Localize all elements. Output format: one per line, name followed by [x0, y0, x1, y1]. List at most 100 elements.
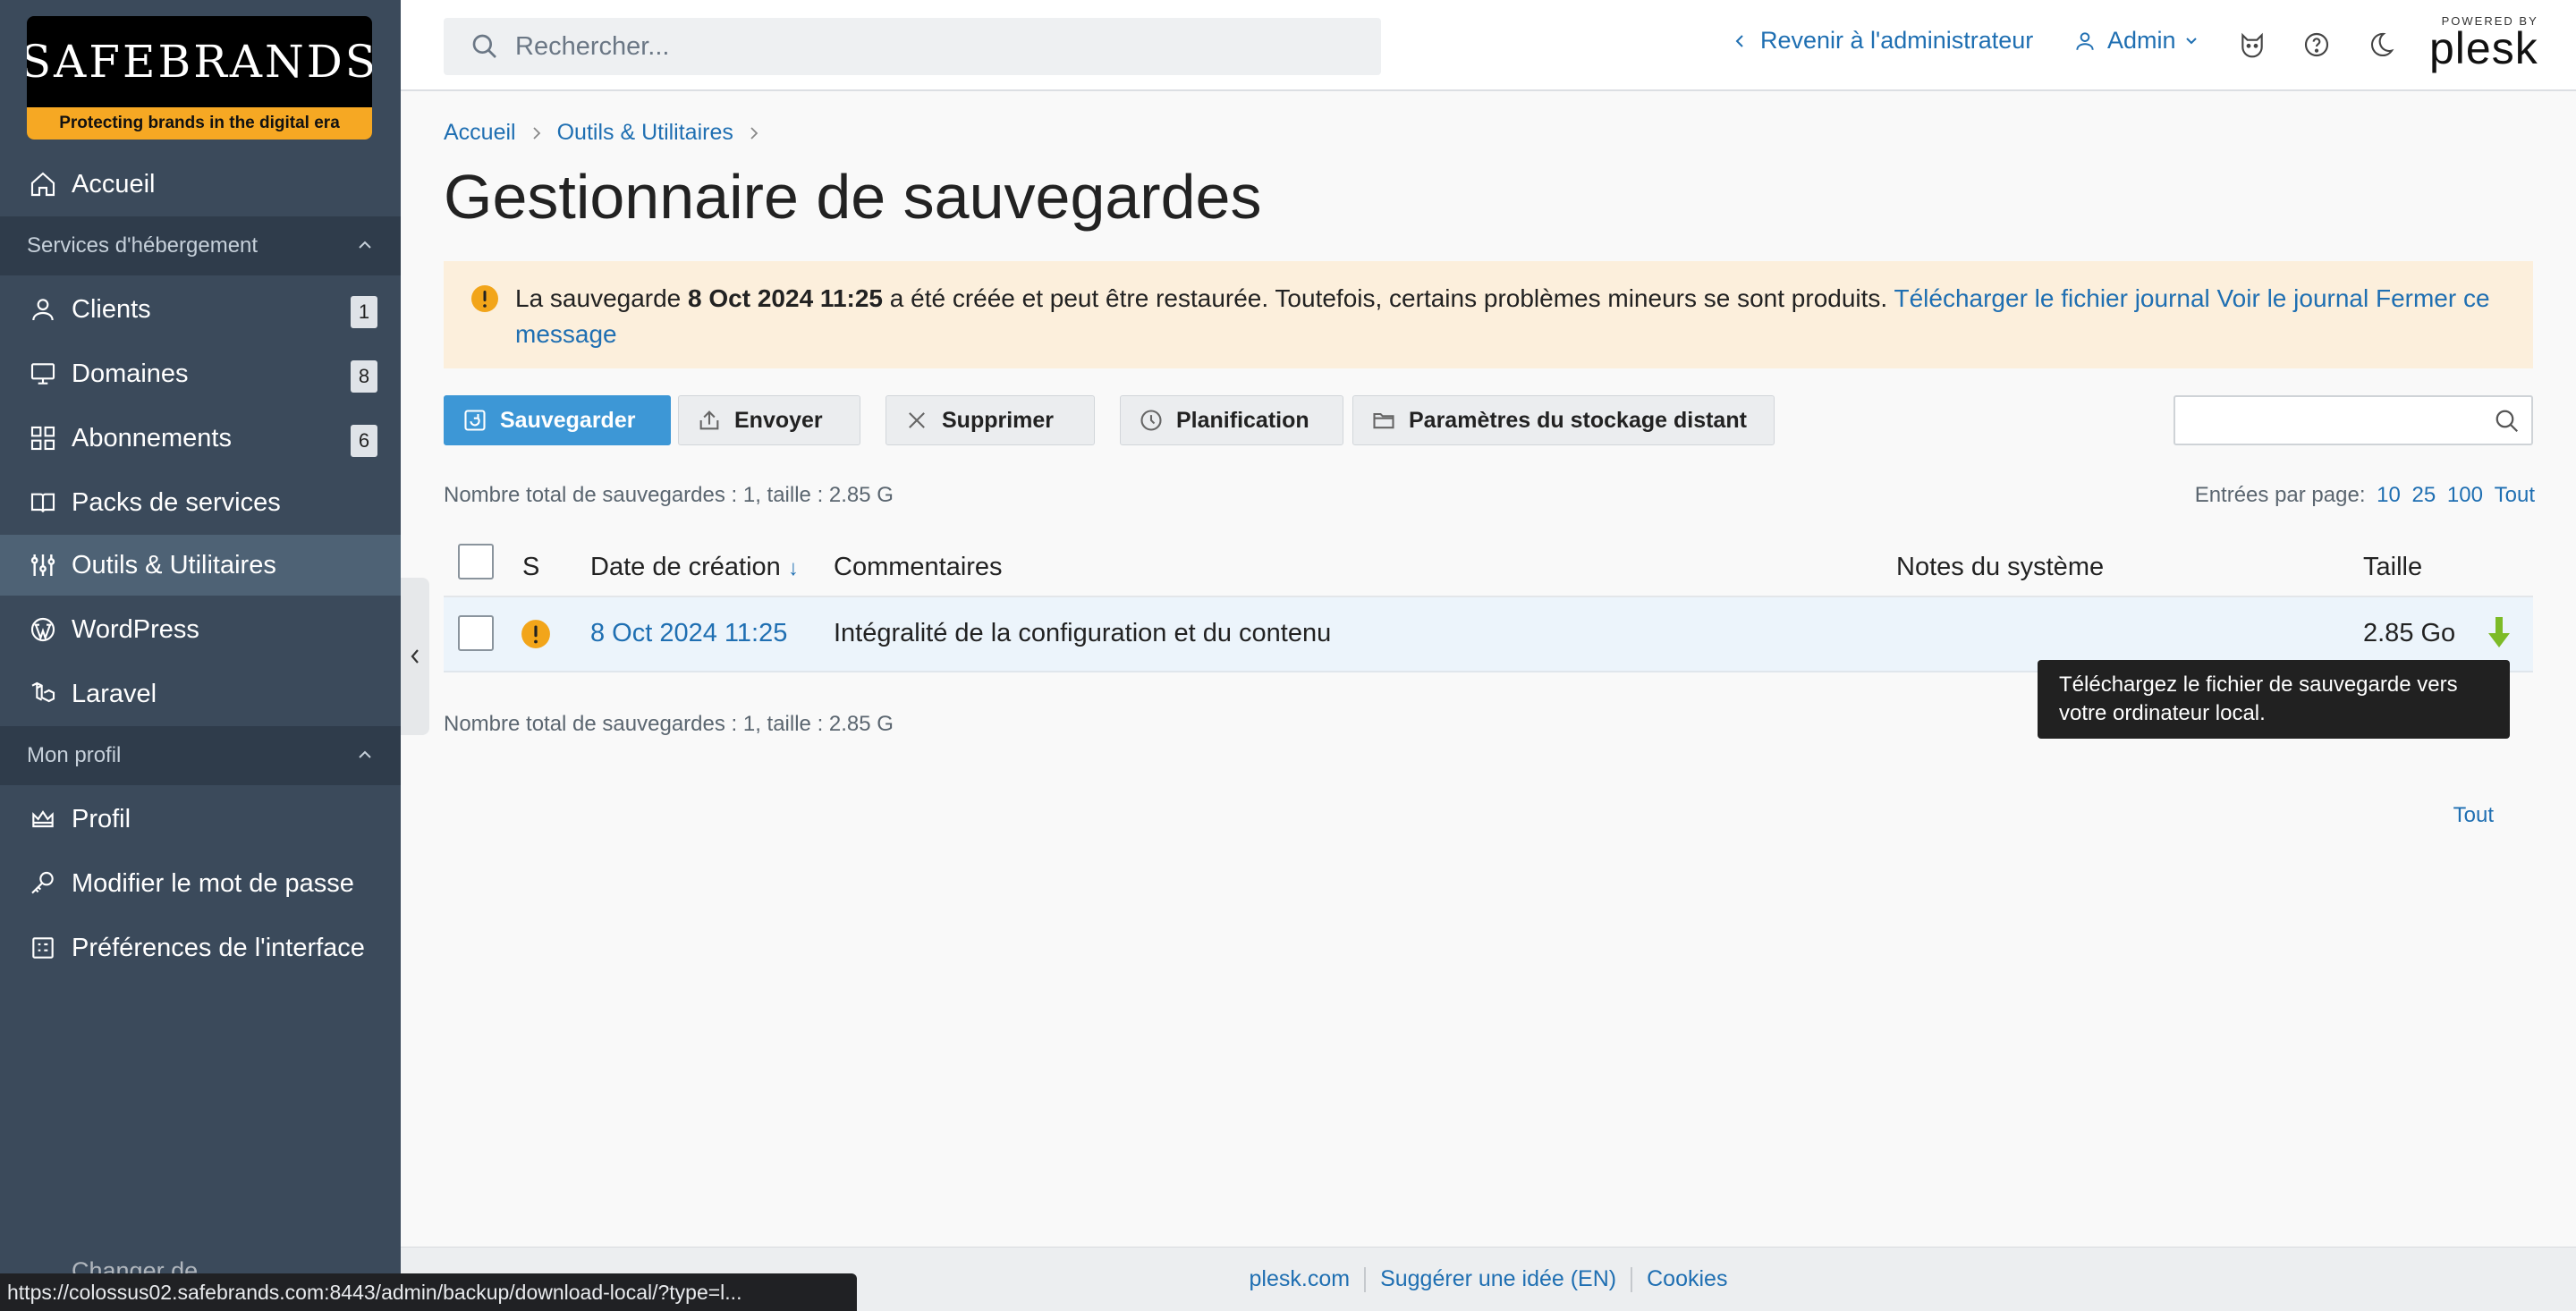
sidebar-item-home[interactable]: Accueil [0, 154, 401, 215]
column-date[interactable]: Date de création ↓ [590, 553, 799, 582]
upload-button[interactable]: Envoyer [678, 395, 860, 445]
help-icon[interactable] [2302, 30, 2331, 59]
alert-prefix: La sauvegarde [515, 284, 689, 312]
monitor-icon [27, 358, 59, 390]
schedule-button[interactable]: Planification [1120, 395, 1343, 445]
warning-alert: La sauvegarde 8 Oct 2024 11:25 a été cré… [444, 261, 2533, 368]
sidebar-item-label: Abonnements [72, 423, 232, 453]
per-page-10[interactable]: 10 [2377, 483, 2401, 507]
sidebar-item-service-plans[interactable]: Packs de services [0, 472, 401, 533]
sidebar-item-clients[interactable]: Clients 1 [0, 279, 401, 340]
chevron-down-icon [2185, 37, 2198, 46]
delete-button[interactable]: Supprimer [886, 395, 1095, 445]
sidebar-item-laravel[interactable]: Laravel [0, 664, 401, 724]
download-log-link[interactable]: Télécharger le fichier journal [1894, 284, 2209, 312]
wordpress-icon [27, 613, 59, 646]
select-all-checkbox[interactable] [458, 544, 494, 579]
column-system-notes[interactable]: Notes du système [1896, 553, 2104, 582]
logo-tagline: Protecting brands in the digital era [27, 107, 372, 140]
grid-icon [27, 422, 59, 454]
crown-icon [27, 803, 59, 835]
view-log-link[interactable]: Voir le journal [2217, 284, 2369, 312]
chevron-up-icon [356, 746, 374, 764]
footer-link-suggest[interactable]: Suggérer une idée (EN) [1366, 1266, 1631, 1292]
backup-label: Sauvegarder [500, 407, 636, 433]
dark-mode-icon[interactable] [2367, 30, 2395, 59]
sidebar-section-profile[interactable]: Mon profil [0, 726, 401, 785]
chevron-up-icon [356, 236, 374, 254]
sidebar-item-label: Domaines [72, 359, 189, 388]
plesk-wordmark: plesk [2429, 23, 2538, 73]
clock-icon [1139, 408, 1164, 433]
download-tooltip: Téléchargez le fichier de sauvegarde ver… [2038, 660, 2510, 739]
sidebar-item-change-password[interactable]: Modifier le mot de passe [0, 853, 401, 914]
remote-storage-settings-button[interactable]: Paramètres du stockage distant [1352, 395, 1775, 445]
sidebar-item-domains[interactable]: Domaines 8 [0, 343, 401, 404]
user-menu[interactable]: Admin [2073, 27, 2198, 55]
footer-link-cookies[interactable]: Cookies [1632, 1266, 1741, 1292]
back-to-admin-link[interactable]: Revenir à l'administrateur [1735, 27, 2033, 55]
sidebar: SAFEBRANDS Protecting brands in the digi… [0, 0, 401, 1311]
sidebar-item-label: Modifier le mot de passe [72, 868, 354, 898]
breadcrumb-item-tools[interactable]: Outils & Utilitaires [557, 120, 733, 146]
backup-date-text: 8 Oct 2024 11:25 [590, 619, 788, 647]
sidebar-section-hosting[interactable]: Services d'hébergement [0, 216, 401, 275]
count-badge: 1 [351, 296, 377, 328]
schedule-label: Planification [1176, 407, 1309, 433]
column-status[interactable]: S [522, 553, 539, 582]
sidebar-item-profile[interactable]: Profil [0, 789, 401, 850]
page-title: Gestionnaire de sauvegardes [444, 162, 1262, 232]
plesk-logo: POWERED BY plesk [2429, 14, 2538, 71]
download-arrow-icon[interactable] [2485, 615, 2513, 651]
back-to-admin-label: Revenir à l'administrateur [1760, 27, 2034, 54]
sidebar-item-label: Outils & Utilitaires [72, 550, 276, 579]
chevron-right-icon [750, 126, 758, 140]
user-icon [27, 293, 59, 326]
footer-link-plesk[interactable]: plesk.com [1235, 1266, 1365, 1292]
column-size[interactable]: Taille [2363, 553, 2422, 582]
warning-status-icon [521, 619, 551, 649]
sidebar-item-label: Préférences de l'interface [72, 933, 365, 962]
safebrands-logo[interactable]: SAFEBRANDS Protecting brands in the digi… [27, 16, 372, 140]
backup-summary-top: Nombre total de sauvegardes : 1, taille … [444, 483, 894, 507]
browser-status-url: https://colossus02.safebrands.com:8443/a… [0, 1273, 857, 1311]
delete-label: Supprimer [942, 407, 1055, 433]
alert-text: a été créée et peut être restaurée. Tout… [883, 284, 1894, 312]
search-icon [470, 32, 515, 61]
sidebar-item-interface-preferences[interactable]: Préférences de l'interface [0, 918, 401, 978]
sliders-icon [27, 549, 59, 581]
list-search-input[interactable] [2174, 395, 2533, 445]
per-page-all-bottom[interactable]: Tout [2453, 803, 2494, 828]
row-checkbox[interactable] [458, 615, 494, 651]
laravel-icon [27, 678, 59, 710]
backup-button[interactable]: Sauvegarder [444, 395, 671, 445]
per-page-100[interactable]: 100 [2447, 483, 2483, 507]
backup-date-link[interactable]: 8 Oct 2024 11:25 [590, 619, 787, 648]
backup-summary-bottom: Nombre total de sauvegardes : 1, taille … [444, 712, 894, 736]
breadcrumb-item-home[interactable]: Accueil [444, 120, 516, 146]
chevron-left-icon [1735, 34, 1744, 48]
collapse-sidebar-button[interactable] [401, 578, 429, 735]
alert-backup-date: 8 Oct 2024 11:25 [688, 284, 883, 312]
search-placeholder: Rechercher... [515, 31, 670, 61]
sidebar-item-label: Accueil [72, 169, 156, 199]
backup-size: 2.85 Go [2363, 619, 2456, 647]
delete-icon [904, 408, 929, 433]
sidebar-item-tools[interactable]: Outils & Utilitaires [0, 535, 401, 596]
count-badge: 6 [351, 425, 377, 457]
per-page-25[interactable]: 25 [2412, 483, 2436, 507]
sidebar-item-wordpress[interactable]: WordPress [0, 599, 401, 660]
upload-label: Envoyer [734, 407, 823, 433]
per-page-all[interactable]: Tout [2495, 483, 2535, 507]
user-icon [2073, 30, 2097, 53]
chevron-right-icon [532, 126, 541, 140]
cat-icon[interactable] [2238, 30, 2267, 59]
upload-icon [697, 408, 722, 433]
column-date-label: Date de création [590, 553, 781, 581]
entries-per-page: Entrées par page: 10 25 100 Tout [2195, 483, 2535, 508]
global-search-input[interactable]: Rechercher... [444, 18, 1381, 75]
section-label: Services d'hébergement [27, 233, 258, 258]
sidebar-item-subscriptions[interactable]: Abonnements 6 [0, 408, 401, 469]
column-comments[interactable]: Commentaires [834, 553, 1003, 582]
sidebar-item-label: Packs de services [72, 487, 281, 517]
